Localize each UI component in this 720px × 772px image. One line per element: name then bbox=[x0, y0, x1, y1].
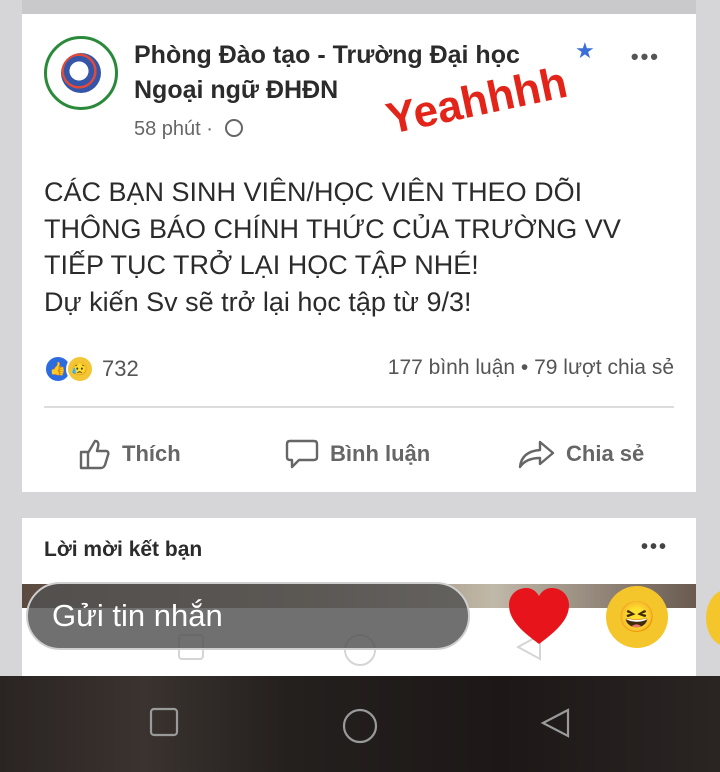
post-line: Dự kiến Sv sẽ trở lại học tập từ 9/3! bbox=[44, 286, 472, 317]
reaction-count: 732 bbox=[102, 356, 139, 381]
previous-card-edge bbox=[22, 0, 696, 14]
screen: Phòng Đào tạo - Trường Đại học Ngoại ngữ… bbox=[0, 0, 720, 676]
thumbs-up-icon bbox=[79, 439, 110, 470]
page-avatar[interactable] bbox=[44, 36, 118, 110]
post-line: CÁC BẠN SINH VIÊN/HỌC VIÊN THEO DÕI bbox=[44, 177, 583, 207]
post-card: Phòng Đào tạo - Trường Đại học Ngoại ngữ… bbox=[22, 14, 696, 492]
logo-icon bbox=[61, 53, 101, 93]
comment-label: Bình luận bbox=[330, 441, 431, 466]
like-button[interactable]: Thích bbox=[78, 434, 181, 474]
comment-button[interactable]: Bình luận bbox=[284, 434, 430, 474]
post-line: TIẾP TỤC TRỞ LẠI HỌC TẬP NHÉ! bbox=[44, 250, 479, 280]
post-line: THÔNG BÁO CHÍNH THỨC CỦA TRƯỜNG VV bbox=[44, 213, 621, 244]
friend-requests-title: Lời mời kết bạn bbox=[44, 538, 203, 561]
comment-icon bbox=[285, 439, 319, 469]
share-label: Chia sẻ bbox=[566, 441, 645, 466]
nav-back-icon[interactable] bbox=[538, 706, 572, 740]
more-icon[interactable]: ••• bbox=[641, 536, 668, 559]
divider bbox=[44, 406, 674, 408]
action-bar: Thích Bình luận Chia sẻ bbox=[22, 434, 696, 474]
post-meta: 58 phút · bbox=[134, 118, 243, 141]
post-text: CÁC BẠN SINH VIÊN/HỌC VIÊN THEO DÕI THÔN… bbox=[44, 174, 674, 320]
meta-dot: · bbox=[206, 118, 213, 140]
more-icon[interactable]: ••• bbox=[631, 44, 660, 70]
like-label: Thích bbox=[122, 441, 181, 466]
comment-share-stats[interactable]: 177 bình luận • 79 lượt chia sẻ bbox=[388, 356, 674, 380]
laugh-emoji-icon[interactable]: 😆 bbox=[606, 586, 668, 648]
globe-icon bbox=[224, 119, 243, 137]
reaction-summary[interactable]: 👍 😥 732 bbox=[44, 354, 139, 384]
sad-reaction-icon: 😥 bbox=[66, 355, 94, 383]
share-icon bbox=[518, 440, 555, 469]
message-input[interactable]: Gửi tin nhắn bbox=[26, 582, 470, 650]
nav-home-icon[interactable] bbox=[340, 706, 380, 746]
verified-star-icon: ★ bbox=[575, 38, 595, 63]
emoji-icon[interactable] bbox=[706, 590, 720, 646]
post-time: 58 phút bbox=[134, 118, 201, 140]
share-button[interactable]: Chia sẻ bbox=[518, 434, 644, 474]
nav-recent-icon[interactable] bbox=[148, 706, 180, 738]
heart-icon[interactable] bbox=[506, 586, 572, 648]
